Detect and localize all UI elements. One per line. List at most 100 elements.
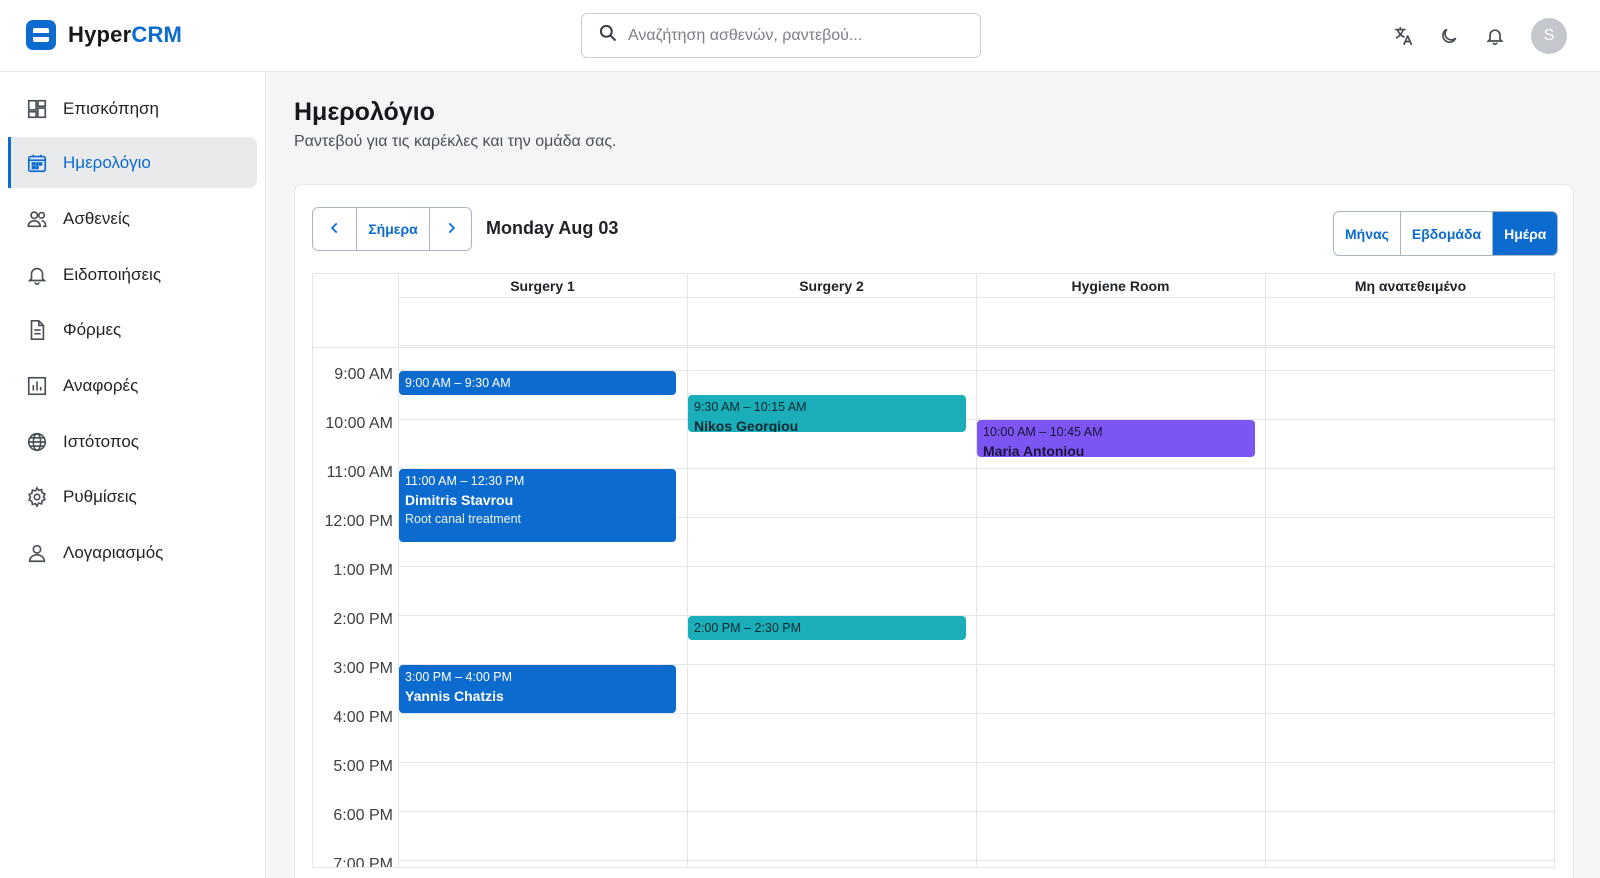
- search-input[interactable]: [628, 26, 948, 45]
- view-switcher: Μήνας Εβδομάδα Ημέρα: [1333, 211, 1559, 256]
- time-label: 3:00 PM: [333, 660, 393, 677]
- app-name-part2: CRM: [131, 22, 183, 47]
- current-date: Monday Aug 03: [486, 218, 619, 238]
- chart-icon: [25, 374, 49, 398]
- column-divider: [398, 274, 399, 867]
- sidebar-item-label: Ημερολόγιο: [63, 152, 151, 172]
- sidebar-item-label: Αναφορές: [63, 375, 139, 395]
- sidebar-item-label: Ειδοποιήσεις: [63, 264, 162, 284]
- sidebar-item-forms[interactable]: Φόρμες: [8, 304, 257, 355]
- sidebar-item-settings[interactable]: Ρυθμίσεις: [8, 471, 257, 522]
- bell-icon: [25, 263, 49, 287]
- column-header-unassigned: Μη ανατεθειμένο: [1265, 274, 1554, 298]
- search-box[interactable]: [581, 13, 981, 58]
- app-logo[interactable]: HyperCRM: [26, 20, 182, 50]
- globe-icon: [25, 430, 49, 454]
- hour-line: [398, 615, 1554, 616]
- person-icon: [25, 541, 49, 565]
- app-name-part1: Hyper: [68, 22, 132, 47]
- time-label: 1:00 PM: [333, 562, 393, 579]
- people-icon: [25, 207, 49, 231]
- time-label: 6:00 PM: [333, 807, 393, 824]
- sidebar-item-account[interactable]: Λογαριασμός: [8, 527, 257, 578]
- event-patient-name: Maria Antoniou: [983, 443, 1085, 457]
- hour-line: [398, 566, 1554, 567]
- sidebar-item-label: Ασθενείς: [63, 208, 130, 228]
- event-patient-name: Dimitris Stavrou: [405, 492, 514, 508]
- column-divider: [976, 274, 977, 867]
- chevron-left-icon: [328, 221, 342, 238]
- logo-icon: [26, 20, 56, 50]
- event-time: 3:00 PM – 4:00 PM: [405, 670, 513, 684]
- sidebar-item-calendar[interactable]: Ημερολόγιο: [8, 137, 257, 188]
- bell-icon[interactable]: [1481, 22, 1509, 50]
- appointment-event[interactable]: 3:00 PM – 4:00 PM Yannis Chatzis: [399, 665, 676, 713]
- next-day-button[interactable]: [429, 208, 471, 250]
- all-day-divider: [313, 347, 1554, 348]
- event-patient-name: Yannis Chatzis: [405, 688, 504, 704]
- event-time: 9:30 AM – 10:15 AM: [694, 400, 807, 414]
- event-time: 2:00 PM – 2:30 PM: [694, 621, 802, 635]
- sidebar-item-notifications[interactable]: Ειδοποιήσεις: [8, 249, 257, 300]
- search-icon: [598, 23, 618, 48]
- document-icon: [25, 318, 49, 342]
- calendar-grid: Surgery 1 Surgery 2 Hygiene Room Μη ανατ…: [312, 273, 1555, 868]
- event-time: 10:00 AM – 10:45 AM: [983, 425, 1103, 439]
- appointment-event[interactable]: 9:30 AM – 10:15 AM Nikos Georgiou: [688, 395, 966, 432]
- column-divider: [687, 274, 688, 867]
- hour-line: [398, 713, 1554, 714]
- dashboard-icon: [25, 97, 49, 121]
- all-day-divider: [398, 345, 1554, 346]
- translate-icon[interactable]: [1390, 22, 1418, 50]
- sidebar-item-label: Ιστότοπος: [63, 431, 139, 451]
- view-day-button[interactable]: Ημέρα: [1492, 212, 1558, 255]
- sidebar-item-label: Φόρμες: [63, 319, 122, 339]
- sidebar-item-reports[interactable]: Αναφορές: [8, 360, 257, 411]
- view-week-button[interactable]: Εβδομάδα: [1399, 212, 1492, 255]
- page-title: Ημερολόγιο: [294, 98, 435, 126]
- time-label: 11:00 AM: [326, 464, 393, 481]
- hour-line: [398, 762, 1554, 763]
- chevron-right-icon: [444, 221, 458, 238]
- hour-line: [398, 811, 1554, 812]
- page-subtitle: Ραντεβού για τις καρέκλες και την ομάδα …: [294, 133, 617, 150]
- time-label: 10:00 AM: [325, 415, 393, 432]
- moon-icon[interactable]: [1435, 22, 1463, 50]
- event-time: 11:00 AM – 12:30 PM: [405, 474, 525, 488]
- appointment-event[interactable]: 11:00 AM – 12:30 PM Dimitris Stavrou Roo…: [399, 469, 676, 542]
- sidebar-item-label: Ρυθμίσεις: [63, 486, 137, 506]
- app-name: HyperCRM: [68, 22, 182, 48]
- event-description: Root canal treatment: [405, 512, 522, 526]
- column-header-surgery-2: Surgery 2: [687, 274, 976, 298]
- time-label: 4:00 PM: [333, 709, 393, 726]
- appointment-event[interactable]: 2:00 PM – 2:30 PM: [688, 616, 966, 640]
- time-label: 2:00 PM: [333, 611, 393, 628]
- column-header-hygiene-room: Hygiene Room: [976, 274, 1265, 298]
- time-label: 9:00 AM: [334, 366, 393, 383]
- user-avatar[interactable]: S: [1531, 18, 1567, 54]
- sidebar-item-label: Λογαριασμός: [63, 542, 164, 562]
- event-time: 9:00 AM – 9:30 AM: [405, 376, 511, 390]
- event-patient-name: Nikos Georgiou: [694, 418, 799, 432]
- appointment-event[interactable]: 9:00 AM – 9:30 AM: [399, 371, 676, 395]
- time-label: 7:00 PM: [333, 856, 393, 868]
- column-header-surgery-1: Surgery 1: [398, 274, 687, 298]
- sidebar: Επισκόπηση Ημερολόγιο Ασθενείς Ειδοποιήσ…: [0, 72, 266, 878]
- sidebar-item-website[interactable]: Ιστότοπος: [8, 416, 257, 467]
- column-divider: [1265, 274, 1266, 867]
- top-header: HyperCRM S: [0, 0, 1600, 72]
- date-navigation: Σήμερα: [312, 207, 472, 251]
- appointment-event[interactable]: 10:00 AM – 10:45 AM Maria Antoniou: [977, 420, 1255, 457]
- view-month-button[interactable]: Μήνας: [1334, 212, 1400, 255]
- time-label: 12:00 PM: [324, 513, 393, 530]
- hour-line: [398, 419, 1554, 420]
- gear-icon: [25, 485, 49, 509]
- time-label: 5:00 PM: [333, 758, 393, 775]
- today-button[interactable]: Σήμερα: [356, 208, 429, 250]
- hour-line: [398, 860, 1554, 861]
- prev-day-button[interactable]: [313, 208, 356, 250]
- calendar-icon: [25, 151, 49, 175]
- sidebar-item-overview[interactable]: Επισκόπηση: [8, 83, 257, 134]
- sidebar-item-label: Επισκόπηση: [63, 98, 159, 118]
- sidebar-item-patients[interactable]: Ασθενείς: [8, 193, 257, 244]
